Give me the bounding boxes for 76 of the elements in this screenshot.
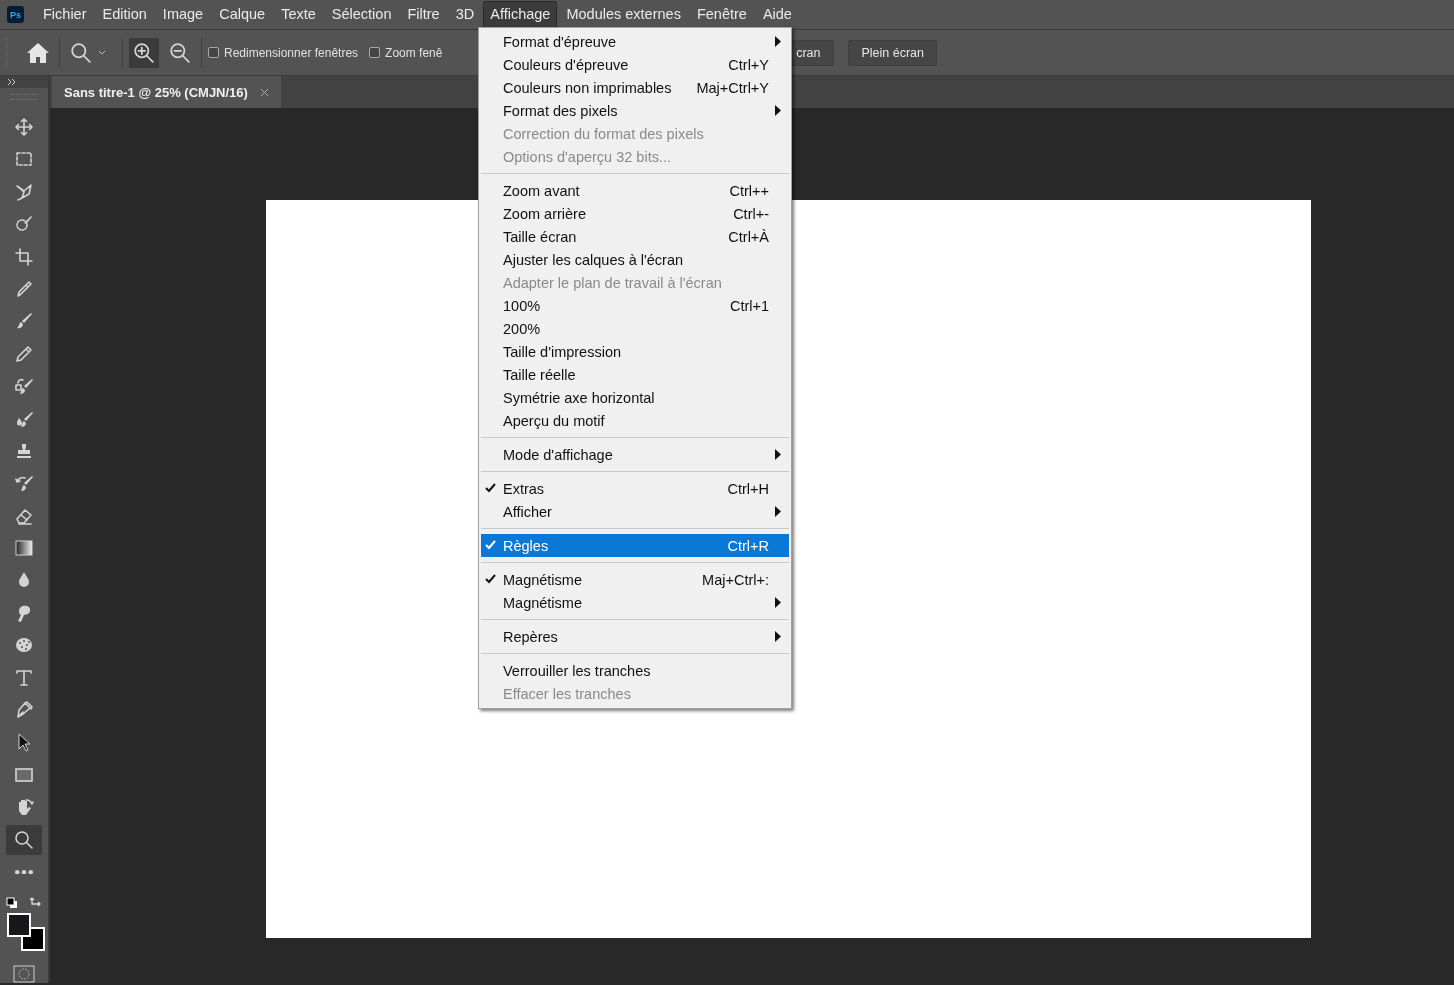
checkbox-label: Zoom fenê [385, 45, 443, 60]
menu-item[interactable]: Aide [755, 1, 799, 28]
checkbox[interactable] [208, 47, 219, 58]
expand-icon[interactable] [8, 79, 16, 85]
caret-icon[interactable] [96, 48, 108, 57]
color-replacement-icon [14, 376, 34, 397]
submenu-arrow-icon [775, 506, 781, 517]
default-colors-icon[interactable] [6, 897, 18, 910]
menu-option[interactable]: 200% [481, 317, 789, 340]
zoom-in-icon [133, 41, 155, 64]
crop-icon [14, 246, 34, 267]
submenu-arrow-icon [775, 631, 781, 642]
menu-option[interactable]: Format des pixels [481, 99, 789, 122]
submenu-arrow-icon [775, 105, 781, 116]
app-logo: Ps [7, 6, 24, 23]
menu-item[interactable]: 3D [448, 1, 482, 28]
shortcut-label: Ctrl++ [729, 182, 769, 199]
shortcut-label: Ctrl+À [728, 228, 769, 245]
type-icon [14, 667, 34, 688]
shortcut-label: Ctrl+H [727, 480, 769, 497]
zoom-tool[interactable] [6, 824, 42, 855]
menu-option[interactable]: Zoom arrière Ctrl+- [481, 202, 789, 225]
screen-mode-button[interactable]: Plein écran [848, 39, 937, 66]
menu-item[interactable]: Edition [95, 1, 154, 28]
gradient-icon [14, 538, 34, 559]
menu-item[interactable]: Modules externes [559, 1, 688, 28]
menu-option[interactable]: Repères [481, 625, 789, 648]
menu-option[interactable]: Afficher [481, 500, 789, 523]
submenu-arrow-icon [775, 597, 781, 608]
zoom-icon [70, 41, 92, 64]
menu-item[interactable]: Image [155, 1, 211, 28]
menu-option[interactable]: 100% Ctrl+1 [481, 294, 789, 317]
eyedropper-icon [14, 278, 34, 299]
zoom-out-icon [169, 41, 191, 64]
menu-option[interactable]: Couleurs non imprimables Maj+Ctrl+Y [481, 76, 789, 99]
document-tab[interactable]: Sans titre-1 @ 25% (CMJN/16) [52, 76, 281, 108]
shortcut-label: Maj+Ctrl+: [702, 571, 769, 588]
menu-option[interactable]: Symétrie axe horizontal [481, 386, 789, 409]
menu-option[interactable]: Magnétisme Maj+Ctrl+: [481, 568, 789, 591]
menu-item[interactable]: Texte [274, 1, 323, 28]
menu-item[interactable]: Fichier [36, 1, 94, 28]
document-title: Sans titre-1 @ 25% (CMJN/16) [64, 84, 248, 100]
close-icon[interactable] [259, 87, 269, 97]
menu-option[interactable]: Aperçu du motif [481, 409, 789, 432]
checkbox[interactable] [369, 47, 381, 58]
menu-option[interactable]: Règles Ctrl+R [481, 534, 789, 557]
menu-item[interactable]: Affichage [483, 1, 558, 28]
menu-option[interactable]: Magnétisme [481, 591, 789, 614]
shortcut-label: Ctrl+1 [729, 297, 769, 314]
menu-option[interactable]: Taille écran Ctrl+À [481, 225, 789, 248]
menu-item[interactable]: Sélection [324, 1, 399, 28]
menu-option[interactable]: Extras Ctrl+H [481, 477, 789, 500]
menu-item[interactable]: Filtre [400, 1, 447, 28]
pen-icon [14, 700, 34, 721]
zoom-in-button[interactable] [129, 37, 159, 68]
shortcut-label: Ctrl+R [727, 537, 769, 554]
history-brush-icon [14, 473, 34, 494]
checkbox-label: Redimensionner fenêtres [224, 45, 359, 60]
menu-option[interactable]: Mode d'affichage [481, 443, 789, 466]
more-icon [15, 869, 33, 875]
submenu-arrow-icon [775, 36, 781, 47]
menu-item[interactable]: Calque [212, 1, 273, 28]
menu-option[interactable]: Zoom avant Ctrl++ [481, 179, 789, 202]
menu-item[interactable]: Fenêtre [689, 1, 754, 28]
home-icon [26, 41, 50, 64]
menu-option[interactable]: Ajuster les calques à l'écran [481, 248, 789, 271]
menu-option[interactable]: Taille réelle [481, 363, 789, 386]
pencil-icon [14, 343, 34, 364]
menu-option[interactable]: Taille d'impression [481, 340, 789, 363]
shortcut-label: Ctrl+- [733, 205, 769, 222]
menu-option[interactable]: Verrouiller les tranches [481, 659, 789, 682]
submenu-arrow-icon [775, 449, 781, 460]
zoom-icon [14, 829, 34, 850]
quick-mask-icon[interactable] [13, 965, 35, 984]
shortcut-label: Maj+Ctrl+Y [696, 79, 769, 96]
move-icon [14, 117, 34, 137]
